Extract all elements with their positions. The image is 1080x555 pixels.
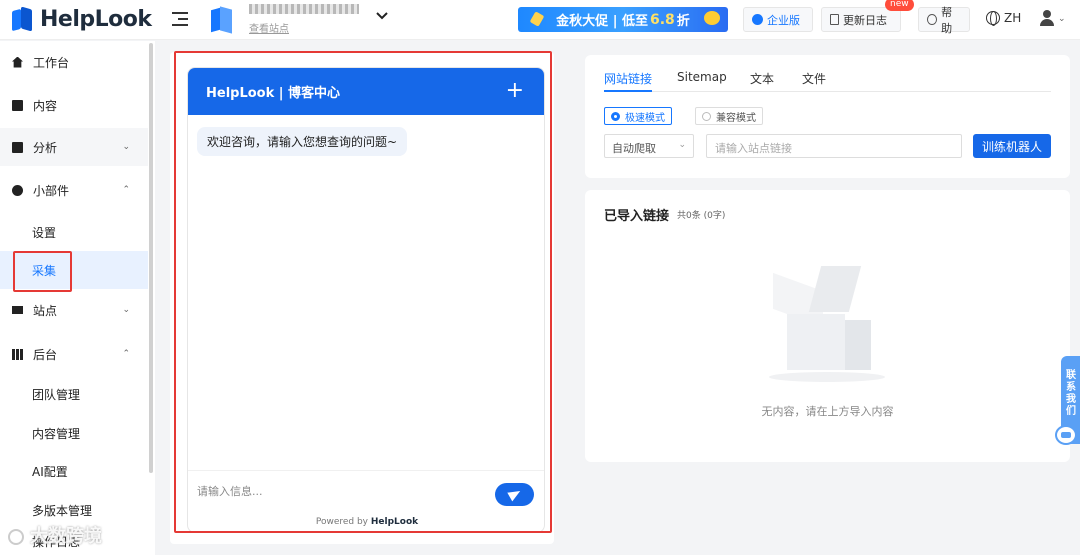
watermark-text: 大数跨境 [30, 526, 102, 547]
import-panel: 网站链接 Sitemap 文本 文件 极速模式 兼容模式 自动爬取 ⌄ 请输入站… [585, 55, 1070, 178]
train-bot-button[interactable]: 训练机器人 [973, 134, 1051, 158]
promo-banner[interactable]: 金秋大促 | 低至 6.8 折 [518, 7, 728, 32]
chart-icon [12, 141, 23, 153]
tab-sitemap[interactable]: Sitemap [677, 70, 727, 84]
site-url-placeholder: 请输入站点链接 [715, 142, 792, 155]
sidebar-item-content[interactable]: 内容 [0, 86, 148, 124]
tab-website-link[interactable]: 网站链接 [604, 70, 653, 92]
sidebar-item-label: 后台 [33, 347, 58, 362]
sidebar-item-ai-config[interactable]: AI配置 [0, 452, 148, 490]
chevron-down-icon: ⌄ [122, 142, 130, 152]
sidebar-item-backend[interactable]: 后台 ⌃ [0, 335, 148, 373]
contact-label: 联系我们 [1066, 370, 1076, 417]
sidebar-item-widgets[interactable]: 小部件 ⌃ [0, 171, 148, 209]
sidebar-item-content-manage[interactable]: 内容管理 [0, 414, 148, 452]
chevron-up-icon: ⌃ [122, 349, 130, 359]
widget-icon [12, 184, 23, 196]
imported-title: 已导入链接 [604, 209, 670, 224]
sidebar-item-workbench[interactable]: 工作台 [0, 43, 148, 81]
sidebar-scrollbar[interactable] [149, 43, 153, 473]
imported-count: 共0条 (0字) [677, 211, 726, 221]
mode-fast-radio[interactable]: 极速模式 [604, 107, 672, 125]
sidebar-item-label: 内容 [33, 98, 58, 113]
empty-message: 无内容，请在上方导入内容 [761, 405, 894, 418]
sidebar-item-label: 团队管理 [32, 387, 81, 402]
radio-icon [611, 111, 620, 121]
helplook-logo-icon [12, 6, 34, 32]
empty-box-icon [765, 262, 889, 390]
watermark-logo-icon [8, 529, 24, 545]
home-icon [12, 56, 23, 68]
crawl-mode-select[interactable]: 自动爬取 ⌄ [604, 134, 694, 158]
sidebar-item-label: 小部件 [33, 183, 70, 198]
promo-prefix: 金秋大促 | 低至 [556, 14, 648, 29]
chevron-down-icon: ⌄ [1058, 14, 1066, 24]
monitor-icon [12, 306, 23, 314]
menu-toggle-icon[interactable] [172, 12, 188, 26]
tab-text[interactable]: 文本 [750, 70, 774, 87]
imported-links-panel: 已导入链接 共0条 (0字) 无内容，请在上方导入内容 [585, 190, 1070, 462]
site-url-input[interactable]: 请输入站点链接 [706, 134, 962, 158]
watermark: 大数跨境 [8, 522, 102, 548]
check-circle-icon [752, 14, 763, 25]
brand-name: HelpLook [40, 6, 152, 32]
chevron-down-icon: ⌄ [678, 140, 686, 150]
sidebar-item-team[interactable]: 团队管理 [0, 375, 148, 413]
enterprise-button[interactable]: 企业版 [743, 7, 813, 32]
changelog-label: 更新日志 [843, 13, 887, 27]
rocket-icon [529, 11, 545, 27]
user-menu[interactable]: ⌄ [1040, 10, 1070, 28]
question-icon [927, 14, 938, 25]
sidebar-item-label: AI配置 [32, 464, 68, 479]
sidebar-item-label: 设置 [32, 225, 57, 240]
sidebar-item-label: 内容管理 [32, 426, 81, 441]
radio-icon [702, 111, 711, 121]
mode-compat-radio[interactable]: 兼容模式 [695, 107, 763, 125]
top-bar: HelpLook 查看站点 金秋大促 | 低至 6.8 折 企业版 更新日志 n… [0, 0, 1080, 40]
language-switcher[interactable]: ZH [986, 11, 1022, 26]
sidebar-item-analytics[interactable]: 分析 ⌄ [0, 128, 148, 166]
sidebar-item-label: 站点 [33, 303, 58, 318]
user-icon [1043, 10, 1051, 18]
tab-file[interactable]: 文件 [802, 70, 826, 87]
promo-suffix: 折 [676, 14, 690, 29]
chevron-down-icon[interactable] [376, 10, 388, 22]
import-tabs: 网站链接 Sitemap 文本 文件 [604, 70, 1051, 92]
sidebar-item-label: 多版本管理 [32, 503, 93, 518]
view-site-link[interactable]: 查看站点 [249, 20, 289, 35]
mode-label: 极速模式 [625, 112, 665, 124]
globe-icon [986, 11, 1000, 26]
chat-bubble-icon[interactable] [1055, 425, 1077, 445]
sidebar-item-site[interactable]: 站点 ⌄ [0, 291, 148, 329]
grid-icon [12, 348, 23, 360]
mode-label: 兼容模式 [716, 112, 756, 124]
help-label: 帮助 [941, 5, 953, 35]
language-label: ZH [1004, 11, 1022, 25]
highlight-frame [13, 251, 72, 292]
sidebar-item-label: 工作台 [33, 55, 70, 70]
coin-icon [704, 11, 720, 25]
crawl-mode-value: 自动爬取 [612, 142, 656, 155]
site-name-redacted [249, 4, 359, 14]
book-icon [12, 99, 23, 111]
brand-logo[interactable]: HelpLook [12, 6, 152, 32]
promo-number: 6.8 [649, 11, 675, 28]
sidebar: 工作台 内容 分析 ⌄ 小部件 ⌃ 设置 采集 站点 ⌄ 后台 ⌃ 团队管理 内容管理 … [0, 41, 155, 555]
enterprise-label: 企业版 [767, 13, 800, 27]
chevron-up-icon: ⌃ [122, 185, 130, 195]
help-button[interactable]: 帮助 [918, 6, 970, 35]
sidebar-item-label: 分析 [33, 140, 58, 155]
chevron-down-icon: ⌄ [122, 305, 130, 315]
document-icon [830, 14, 839, 25]
highlight-frame [174, 51, 552, 533]
sidebar-item-settings[interactable]: 设置 [0, 213, 148, 251]
new-badge: new [885, 0, 914, 11]
site-logo-icon [211, 6, 233, 34]
